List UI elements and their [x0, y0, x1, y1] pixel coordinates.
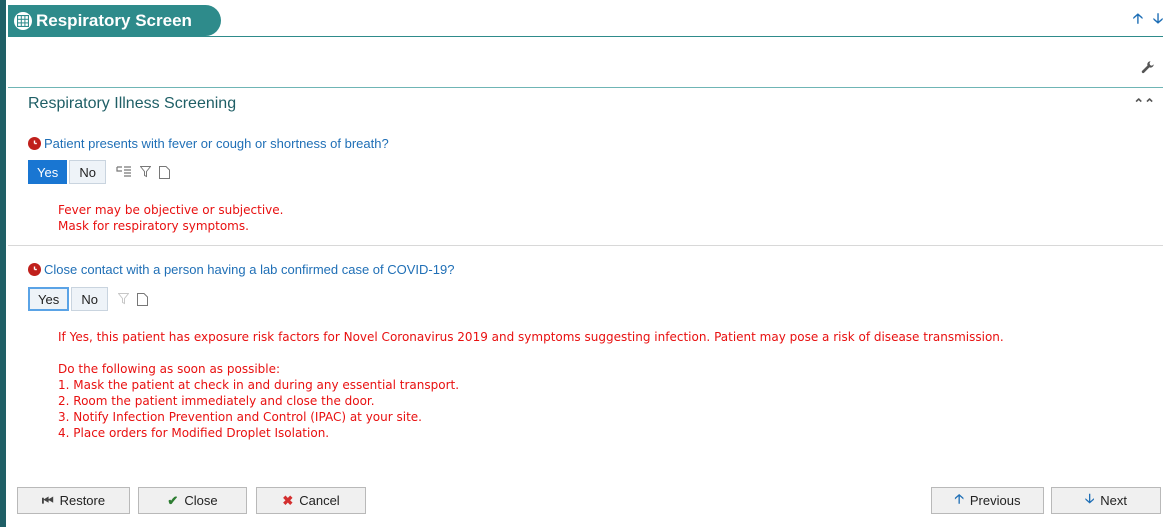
arrow-up-icon: 🡡 — [954, 490, 964, 506]
question-2-notes: If Yes, this patient has exposure risk f… — [58, 329, 1158, 441]
comment-list-icon[interactable] — [116, 165, 132, 179]
note-line: 4. Place orders for Modified Droplet Iso… — [58, 426, 330, 440]
q2-yes-button[interactable]: Yes — [28, 287, 70, 311]
note-line: 3. Notify Infection Prevention and Contr… — [58, 410, 422, 424]
q1-no-button[interactable]: No — [69, 160, 107, 184]
filter-icon[interactable] — [140, 166, 152, 178]
respiratory-screen-window: Respiratory Screen 🡡 🡣 Respiratory Illne… — [0, 0, 1169, 527]
question-1-text: Patient presents with fever or cough or … — [44, 136, 389, 151]
checkmark-icon: ✔ — [167, 492, 179, 508]
previous-button[interactable]: 🡡 Previous — [931, 487, 1044, 514]
question-1-notes: Fever may be objective or subjective. Ma… — [58, 202, 283, 234]
question-2-text: Close contact with a person having a lab… — [44, 262, 455, 277]
note-line: 1. Mask the patient at check in and duri… — [58, 378, 460, 392]
question-2: Close contact with a person having a lab… — [28, 262, 454, 277]
wrench-icon[interactable] — [1141, 60, 1155, 77]
note-line: 2. Room the patient immediately and clos… — [58, 394, 375, 408]
note-line: Mask for respiratory symptoms. — [58, 219, 249, 233]
arrow-down-icon: 🡣 — [1084, 490, 1095, 506]
note-line: Fever may be objective or subjective. — [58, 203, 284, 217]
x-icon: ✖ — [282, 492, 294, 508]
double-chevron-up-icon[interactable]: ⌃⌃ — [1133, 96, 1155, 112]
grid-table-icon — [14, 11, 32, 30]
question-2-answers: Yes No — [28, 287, 149, 311]
restore-button[interactable]: ⏮ Restore — [17, 487, 130, 514]
note-line: Do the following as soon as possible: — [58, 362, 281, 376]
window-title-tab: Respiratory Screen — [8, 5, 221, 36]
document-icon[interactable] — [137, 292, 149, 306]
q2-no-button[interactable]: No — [71, 287, 109, 311]
question-1-answers: Yes No — [28, 160, 171, 184]
document-icon[interactable] — [159, 165, 171, 179]
cancel-button[interactable]: ✖ Cancel — [256, 487, 366, 514]
skip-back-icon: ⏮ — [41, 492, 54, 508]
close-button[interactable]: ✔ Close — [138, 487, 247, 514]
arrow-down-icon[interactable]: 🡣 — [1153, 11, 1163, 25]
section-title: Respiratory Illness Screening — [28, 95, 237, 112]
next-button[interactable]: 🡣 Next — [1051, 487, 1161, 514]
note-line: If Yes, this patient has exposure risk f… — [58, 330, 1004, 344]
window-title: Respiratory Screen — [36, 10, 192, 30]
filter-icon — [118, 293, 130, 305]
navigation-arrows: 🡡 🡣 — [1133, 11, 1163, 25]
q1-yes-button[interactable]: Yes — [28, 160, 68, 184]
required-clock-icon — [28, 263, 41, 276]
arrow-up-icon[interactable]: 🡡 — [1133, 11, 1143, 25]
question-1: Patient presents with fever or cough or … — [28, 136, 389, 151]
required-clock-icon — [28, 137, 41, 150]
